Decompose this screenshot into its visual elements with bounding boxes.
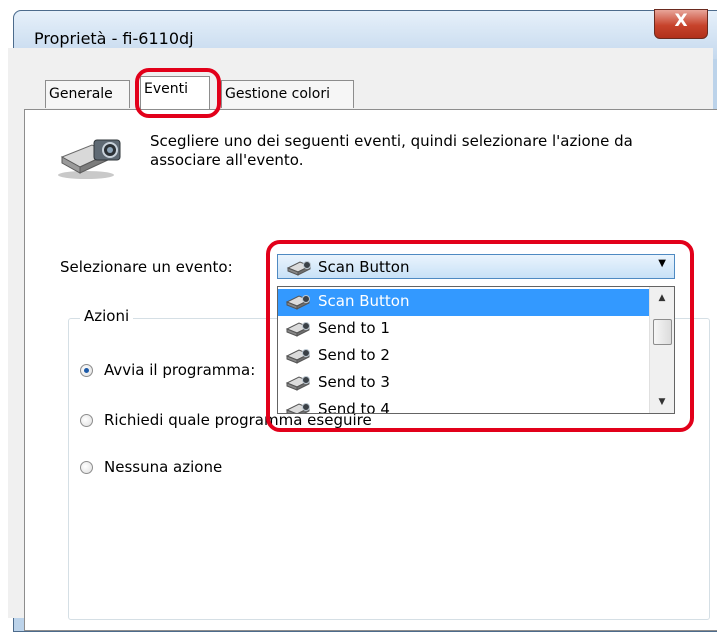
- radio-label: Avvia il programma:: [104, 361, 256, 379]
- list-item-label: Scan Button: [318, 292, 410, 310]
- event-selector-label: Selezionare un evento:: [60, 258, 233, 276]
- scanner-icon: [285, 349, 311, 364]
- tab-eventi[interactable]: Eventi: [140, 76, 210, 109]
- list-item-label: Send to 2: [318, 346, 390, 364]
- tab-label: Gestione colori: [225, 86, 330, 102]
- event-description: Scegliere uno dei seguenti eventi, quind…: [150, 132, 633, 169]
- scanner-icon: [285, 322, 311, 337]
- tab-label: Generale: [49, 86, 113, 102]
- scanner-icon: [286, 261, 312, 276]
- dropdown-scrollbar[interactable]: ▲ ▼: [649, 287, 674, 413]
- radio-button[interactable]: [80, 364, 93, 377]
- scanner-icon: [285, 295, 311, 310]
- list-item-label: Send to 1: [318, 319, 390, 337]
- radio-label: Nessuna azione: [104, 458, 223, 476]
- close-icon: X: [674, 11, 688, 31]
- list-item[interactable]: Send to 1: [278, 316, 650, 343]
- list-item[interactable]: Send to 2: [278, 343, 650, 370]
- radio-button[interactable]: [80, 461, 93, 474]
- scanner-icon: [285, 403, 311, 413]
- scroll-up-icon[interactable]: ▲: [650, 287, 674, 309]
- list-item[interactable]: Send to 4: [278, 397, 650, 414]
- event-combobox-value: Scan Button: [318, 258, 410, 276]
- close-button[interactable]: X: [654, 9, 708, 39]
- scroll-thumb[interactable]: [653, 319, 672, 345]
- event-combobox[interactable]: Scan Button ▼: [277, 254, 675, 279]
- list-item[interactable]: Scan Button: [278, 289, 650, 316]
- list-item-label: Send to 3: [318, 373, 390, 391]
- radio-button[interactable]: [80, 414, 93, 427]
- tab-generale[interactable]: Generale: [45, 80, 130, 108]
- scanner-icon: [285, 376, 311, 391]
- actions-group-title: Azioni: [80, 307, 134, 325]
- window-title: Proprietà - fi-6110dj: [34, 29, 194, 48]
- list-item-label: Send to 4: [318, 400, 390, 414]
- scroll-down-icon[interactable]: ▼: [650, 391, 674, 413]
- tab-label: Eventi: [144, 81, 188, 97]
- tab-gestione-colori[interactable]: Gestione colori: [221, 80, 354, 108]
- event-dropdown-list[interactable]: Scan Button Send to 1 Send to 2 Send to …: [277, 286, 675, 414]
- list-item[interactable]: Send to 3: [278, 370, 650, 397]
- chevron-down-icon[interactable]: ▼: [658, 258, 666, 269]
- scanner-camera-icon: [58, 139, 121, 179]
